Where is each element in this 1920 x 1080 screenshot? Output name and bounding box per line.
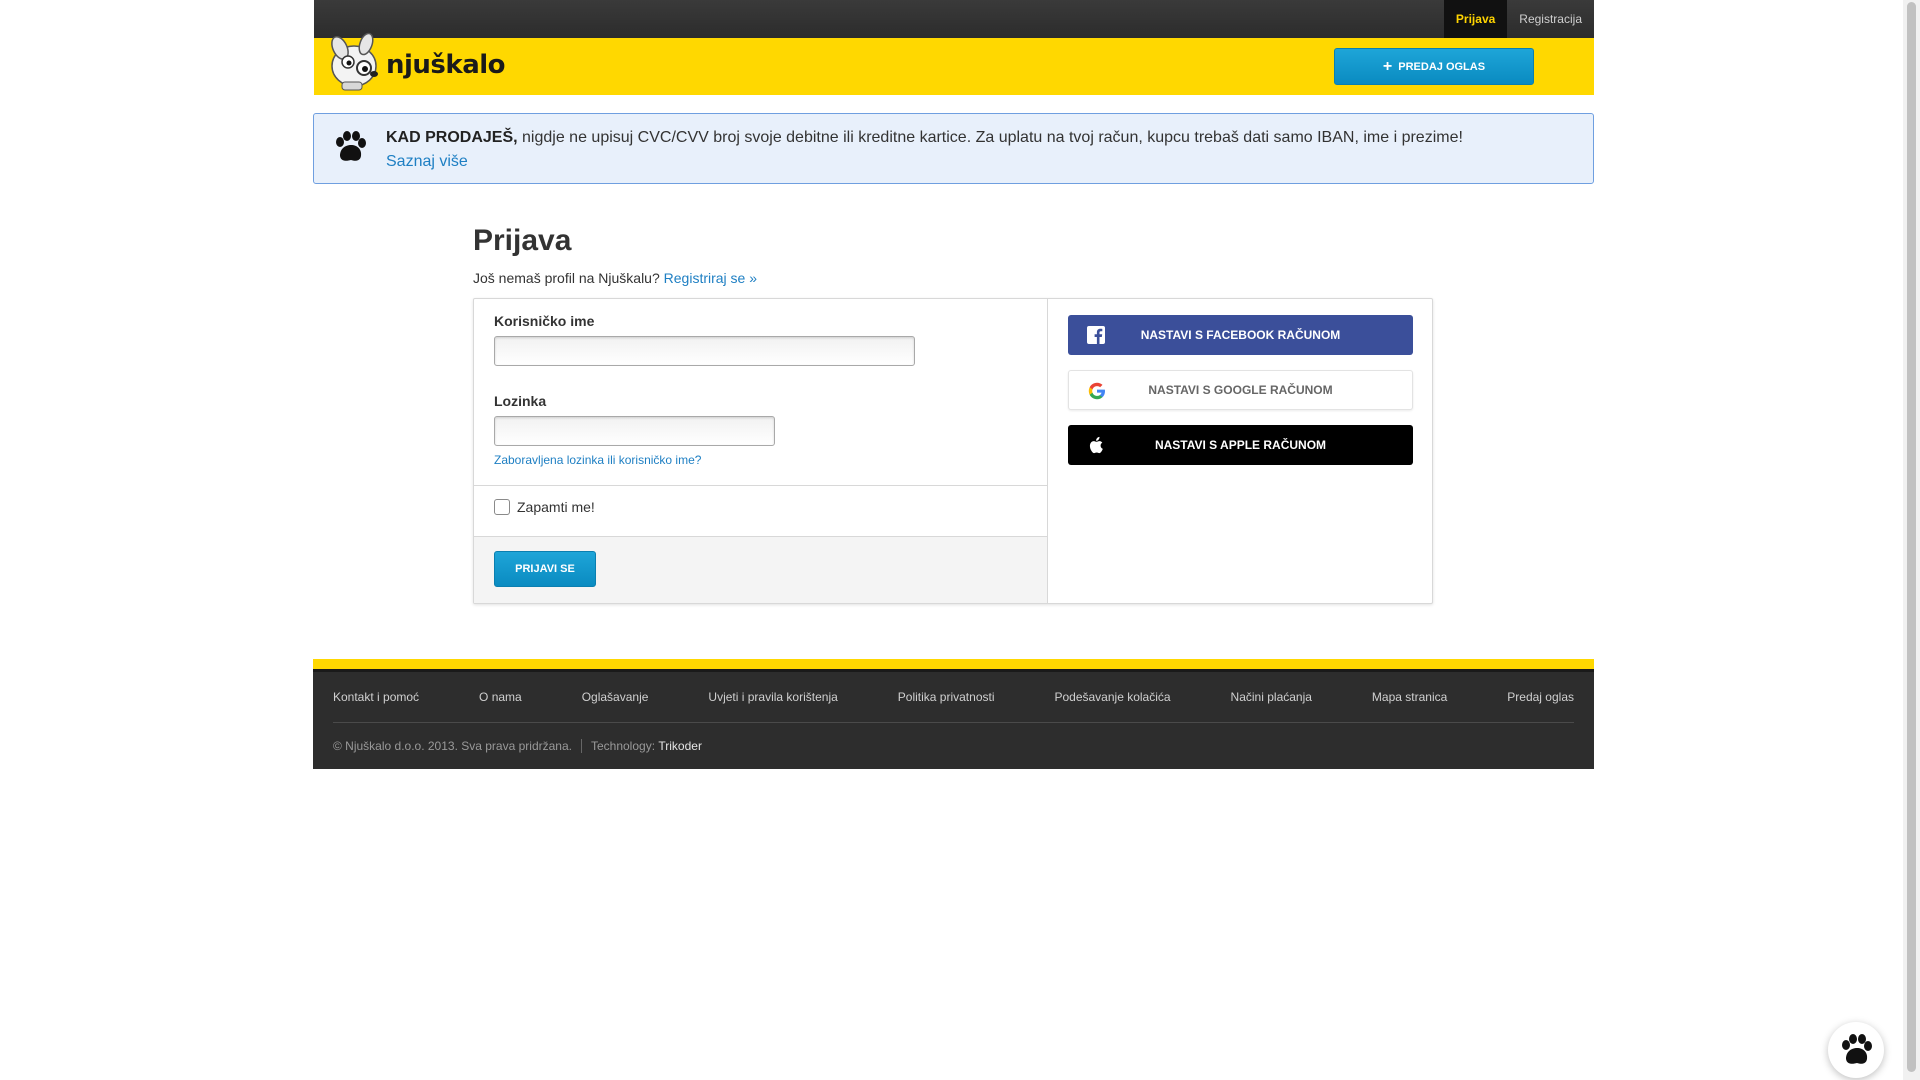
login-form: Korisničko ime Lozinka Zaboravljena lozi…: [474, 299, 1048, 603]
banner-bold-text: KAD PRODAJEŠ,: [386, 129, 518, 146]
info-banner: KAD PRODAJEŠ, nigdje ne upisuj CVC/CVV b…: [313, 113, 1594, 184]
apple-login-label: NASTAVI S APPLE RAČUNOM: [1154, 438, 1327, 452]
footer-link[interactable]: Predaj oglas: [1507, 690, 1574, 704]
topbar-login-link[interactable]: Prijava: [1443, 0, 1508, 38]
forgot-password-link[interactable]: Zaboravljena lozinka ili korisničko ime?: [494, 453, 701, 467]
paw-chat-button[interactable]: [1828, 1022, 1884, 1078]
no-profile-text: Još nemaš profil na Njuškalu?: [473, 270, 664, 286]
apple-icon: [1089, 436, 1103, 454]
username-input[interactable]: [494, 336, 915, 366]
banner-message: nigdje ne upisuj CVC/CVV broj svoje debi…: [517, 129, 1463, 146]
footer-separator: [580, 739, 582, 753]
footer-divider: [333, 722, 1574, 723]
facebook-login-label: NASTAVI S FACEBOOK RAČUNOM: [1140, 328, 1341, 342]
sell-ad-button[interactable]: + PREDAJ OGLAS: [1334, 48, 1534, 85]
top-bar-links: Prijava Registracija: [1443, 0, 1594, 38]
logo-text: njuškalo: [386, 50, 506, 80]
remember-me-checkbox[interactable]: [494, 499, 510, 515]
password-input[interactable]: [494, 416, 775, 446]
sell-ad-label: PREDAJ OGLAS: [1398, 60, 1486, 73]
login-box: Korisničko ime Lozinka Zaboravljena lozi…: [473, 298, 1433, 604]
divider: [474, 485, 1047, 486]
footer-links: Kontakt i pomoć O nama Oglašavanje Uvjet…: [333, 690, 1574, 704]
banner-text: KAD PRODAJEŠ, nigdje ne upisuj CVC/CVV b…: [386, 126, 1573, 174]
footer: Kontakt i pomoć O nama Oglašavanje Uvjet…: [313, 669, 1594, 769]
facebook-login-button[interactable]: NASTAVI S FACEBOOK RAČUNOM: [1068, 315, 1413, 355]
footer-link[interactable]: Politika privatnosti: [898, 690, 995, 704]
footer-link[interactable]: Mapa stranica: [1372, 690, 1447, 704]
password-label: Lozinka: [494, 393, 547, 409]
google-login-label: NASTAVI S GOOGLE RAČUNOM: [1148, 383, 1333, 397]
footer-link[interactable]: Podešavanje kolačića: [1054, 690, 1170, 704]
register-prompt: Još nemaš profil na Njuškalu? Registrira…: [473, 270, 757, 286]
google-icon: [1088, 382, 1105, 400]
copyright-text: © Njuškalo d.o.o. 2013. Sva prava pridrž…: [333, 739, 572, 753]
dog-mascot-icon: [331, 32, 378, 91]
learn-more-link[interactable]: Saznaj više: [386, 150, 468, 174]
footer-link[interactable]: Kontakt i pomoć: [333, 690, 419, 704]
footer-copyright-row: © Njuškalo d.o.o. 2013. Sva prava pridrž…: [333, 739, 702, 753]
footer-link[interactable]: Uvjeti i pravila korištenja: [708, 690, 837, 704]
footer-yellow-stripe: [313, 659, 1594, 669]
paw-icon: [336, 131, 366, 161]
scrollbar[interactable]: [1903, 0, 1920, 1080]
remember-me-label: Zapamti me!: [517, 499, 595, 515]
header: njuškalo + PREDAJ OGLAS: [314, 32, 1594, 95]
username-label: Korisničko ime: [494, 313, 595, 329]
paw-icon: [1842, 1034, 1872, 1064]
plus-icon: +: [1382, 57, 1393, 75]
logo[interactable]: njuškalo: [324, 28, 524, 94]
topbar-register-link[interactable]: Registracija: [1507, 0, 1594, 38]
technology-label: Technology:: [590, 739, 656, 753]
footer-link[interactable]: Načini plaćanja: [1231, 690, 1312, 704]
remember-me-row[interactable]: Zapamti me!: [494, 499, 595, 515]
register-link[interactable]: Registriraj se »: [664, 270, 757, 286]
page-title: Prijava: [473, 224, 572, 257]
apple-login-button[interactable]: NASTAVI S APPLE RAČUNOM: [1068, 425, 1413, 465]
scrollbar-thumb[interactable]: [1907, 2, 1916, 1072]
google-login-button[interactable]: NASTAVI S GOOGLE RAČUNOM: [1068, 370, 1413, 410]
login-submit-button[interactable]: PRIJAVI SE: [494, 551, 596, 587]
footer-link[interactable]: O nama: [479, 690, 522, 704]
submit-area: PRIJAVI SE: [474, 537, 1047, 603]
footer-link[interactable]: Oglašavanje: [582, 690, 649, 704]
technology-link[interactable]: Trikoder: [658, 739, 702, 753]
facebook-icon: [1087, 326, 1105, 344]
